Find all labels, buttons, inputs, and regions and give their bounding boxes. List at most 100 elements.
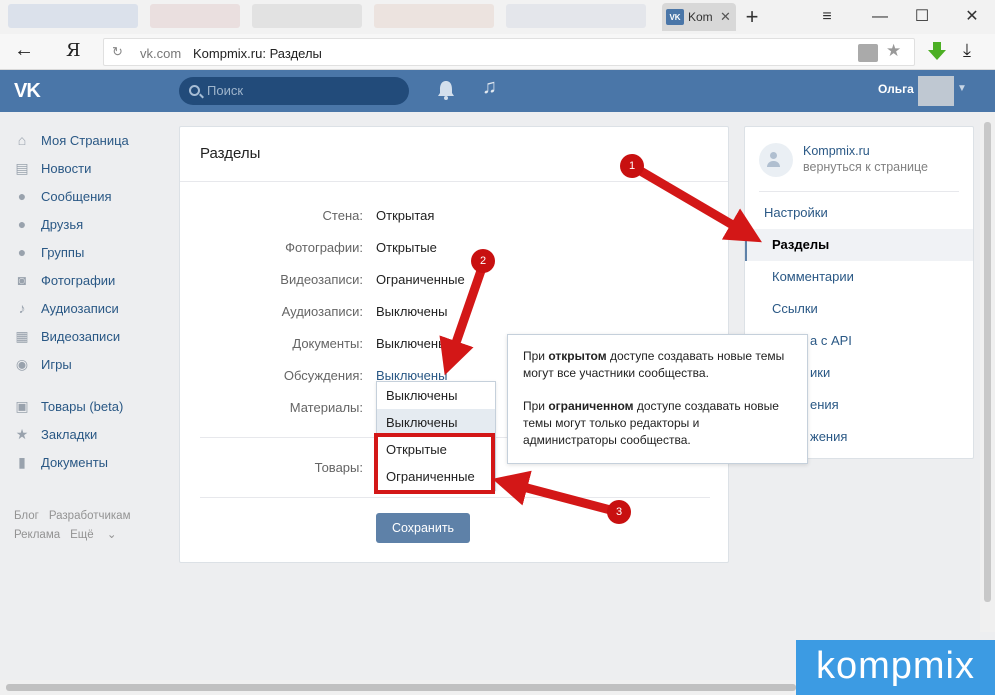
download-manager-icon[interactable] (928, 42, 946, 62)
menu-icon[interactable]: ≡ (815, 6, 839, 28)
tooltip-open-text: При открытом доступе создавать новые тем… (523, 348, 792, 382)
divider (200, 497, 710, 498)
blurred-tab[interactable] (8, 4, 138, 28)
friends-icon: ● (17, 215, 27, 232)
video-icon: ▦ (15, 327, 29, 344)
back-to-page-link[interactable]: вернуться к странице (803, 160, 928, 174)
nav-item-friends[interactable]: ● Друзья (14, 210, 164, 238)
tooltip-bold: ограниченном (548, 399, 634, 413)
nav-label: Фотографии (41, 272, 116, 288)
home-icon: ⌂ (17, 131, 27, 148)
nav-label: Видеозаписи (41, 328, 121, 344)
nav-label: Друзья (41, 216, 84, 232)
right-menu-settings[interactable]: Настройки (745, 197, 973, 229)
divider (180, 181, 728, 182)
dropdown-current-value[interactable]: Выключены (377, 382, 495, 409)
music-icon[interactable]: ♫ (482, 76, 497, 99)
minimize-icon[interactable]: — (868, 6, 892, 28)
tooltip: При открытом доступе создавать новые тем… (507, 334, 808, 464)
active-tab[interactable]: VK Komp ✕ (662, 3, 736, 31)
row-value-audio[interactable]: Выключены (376, 304, 447, 319)
vertical-scrollbar[interactable] (980, 112, 995, 632)
group-avatar-icon[interactable] (759, 143, 793, 177)
right-menu-comments[interactable]: Комментарии (745, 261, 973, 293)
save-button[interactable]: Сохранить (376, 513, 470, 543)
bookmarks-icon: ★ (15, 425, 29, 442)
row-value-documents[interactable]: Выключены (376, 336, 447, 351)
nav-label: Сообщения (41, 188, 112, 204)
yandex-logo-icon[interactable]: Я (66, 40, 81, 61)
user-name[interactable]: Ольга (878, 82, 914, 96)
nav-label: Новости (41, 160, 92, 176)
search-input[interactable]: Поиск (179, 77, 409, 105)
tab-title: Komp (688, 10, 712, 24)
step-marker-1: 1 (620, 154, 644, 178)
footer-link-developers[interactable]: Разработчикам (49, 510, 131, 522)
protect-icon[interactable] (858, 44, 878, 62)
nav-item-video[interactable]: ▦ Видеозаписи (14, 322, 164, 350)
browser-tab-bar: VK Komp ✕ + ≡ — ☐ ✕ (0, 0, 995, 34)
vk-favicon-icon: VK (666, 9, 684, 25)
tooltip-text: При (523, 349, 549, 363)
right-menu-links[interactable]: Ссылки (745, 293, 973, 325)
nav-item-bookmarks[interactable]: ★ Закладки (14, 420, 164, 448)
row-value-video[interactable]: Ограниченные (376, 272, 465, 287)
group-name-link[interactable]: Kompmix.ru (803, 144, 870, 158)
divider (759, 191, 959, 192)
back-arrow-icon[interactable]: ← (14, 39, 34, 62)
row-label-materials: Материалы: (289, 400, 363, 415)
nav-item-audio[interactable]: ♪ Аудиозаписи (14, 294, 164, 322)
nav-item-documents[interactable]: ▮ Документы (14, 448, 164, 476)
footer-link-blog[interactable]: Блог (14, 510, 39, 522)
page-title: Разделы (200, 145, 261, 162)
nav-item-games[interactable]: ◉ Игры (14, 350, 164, 378)
footer-more-label: Ещё (70, 529, 94, 541)
games-icon: ◉ (15, 355, 29, 372)
nav-item-photos[interactable]: ◙ Фотографии (14, 266, 164, 294)
reload-icon[interactable]: ↻ (112, 44, 123, 60)
search-icon (189, 85, 200, 96)
close-tab-icon[interactable]: ✕ (720, 9, 731, 25)
nav-label: Товары (beta) (41, 398, 124, 414)
blurred-tab[interactable] (374, 4, 494, 28)
scrollbar-thumb[interactable] (984, 122, 991, 602)
url-field[interactable]: ↻ vk.com Kompmix.ru: Разделы ★ (103, 38, 915, 66)
nav-item-groups[interactable]: ● Группы (14, 238, 164, 266)
scrollbar-thumb[interactable] (6, 684, 796, 691)
row-label-video: Видеозаписи: (280, 272, 363, 287)
new-tab-icon[interactable]: + (740, 6, 764, 28)
downloads-icon[interactable]: ⤓ (963, 40, 971, 61)
bookmark-star-icon[interactable]: ★ (886, 41, 901, 61)
row-label-discussions: Обсуждения: (283, 368, 363, 383)
news-icon: ▤ (15, 159, 29, 176)
nav-item-messages[interactable]: ● Сообщения (14, 182, 164, 210)
blurred-tab[interactable] (506, 4, 646, 28)
market-icon: ▣ (15, 397, 29, 414)
bell-icon[interactable] (437, 80, 455, 100)
blurred-tab[interactable] (252, 4, 362, 28)
nav-item-news[interactable]: ▤ Новости (14, 154, 164, 182)
footer-link-ads[interactable]: Реклама (14, 529, 60, 541)
row-value-photos[interactable]: Открытые (376, 240, 437, 255)
window-close-icon[interactable]: ✕ (960, 6, 984, 28)
blurred-tab[interactable] (150, 4, 240, 28)
row-label-wall: Стена: (322, 208, 363, 223)
left-menu: ⌂ Моя Страница ▤ Новости ● Сообщения ● Друзь… (14, 126, 164, 476)
row-value-wall[interactable]: Открытая (376, 208, 434, 223)
horizontal-scrollbar[interactable] (0, 680, 800, 695)
watermark-logo: kompmix (796, 640, 995, 695)
nav-label: Моя Страница (41, 132, 129, 148)
right-menu-sections[interactable]: Разделы (745, 229, 973, 261)
footer-link-more[interactable]: Ещё ⌄ (70, 529, 116, 541)
maximize-icon[interactable]: ☐ (910, 6, 934, 28)
nav-item-market[interactable]: ▣ Товары (beta) (14, 392, 164, 420)
chevron-down-icon[interactable]: ▼ (957, 83, 967, 94)
url-page-title: Kompmix.ru: Разделы (193, 46, 322, 61)
vk-logo[interactable]: VK (14, 80, 41, 103)
dropdown-option-off[interactable]: Выключены (377, 409, 495, 436)
avatar[interactable] (918, 76, 954, 106)
nav-item-my-page[interactable]: ⌂ Моя Страница (14, 126, 164, 154)
vk-header: VK Поиск ♫ Ольга ▼ (0, 70, 995, 112)
step-marker-3: 3 (607, 500, 631, 524)
row-label-photos: Фотографии: (285, 240, 363, 255)
